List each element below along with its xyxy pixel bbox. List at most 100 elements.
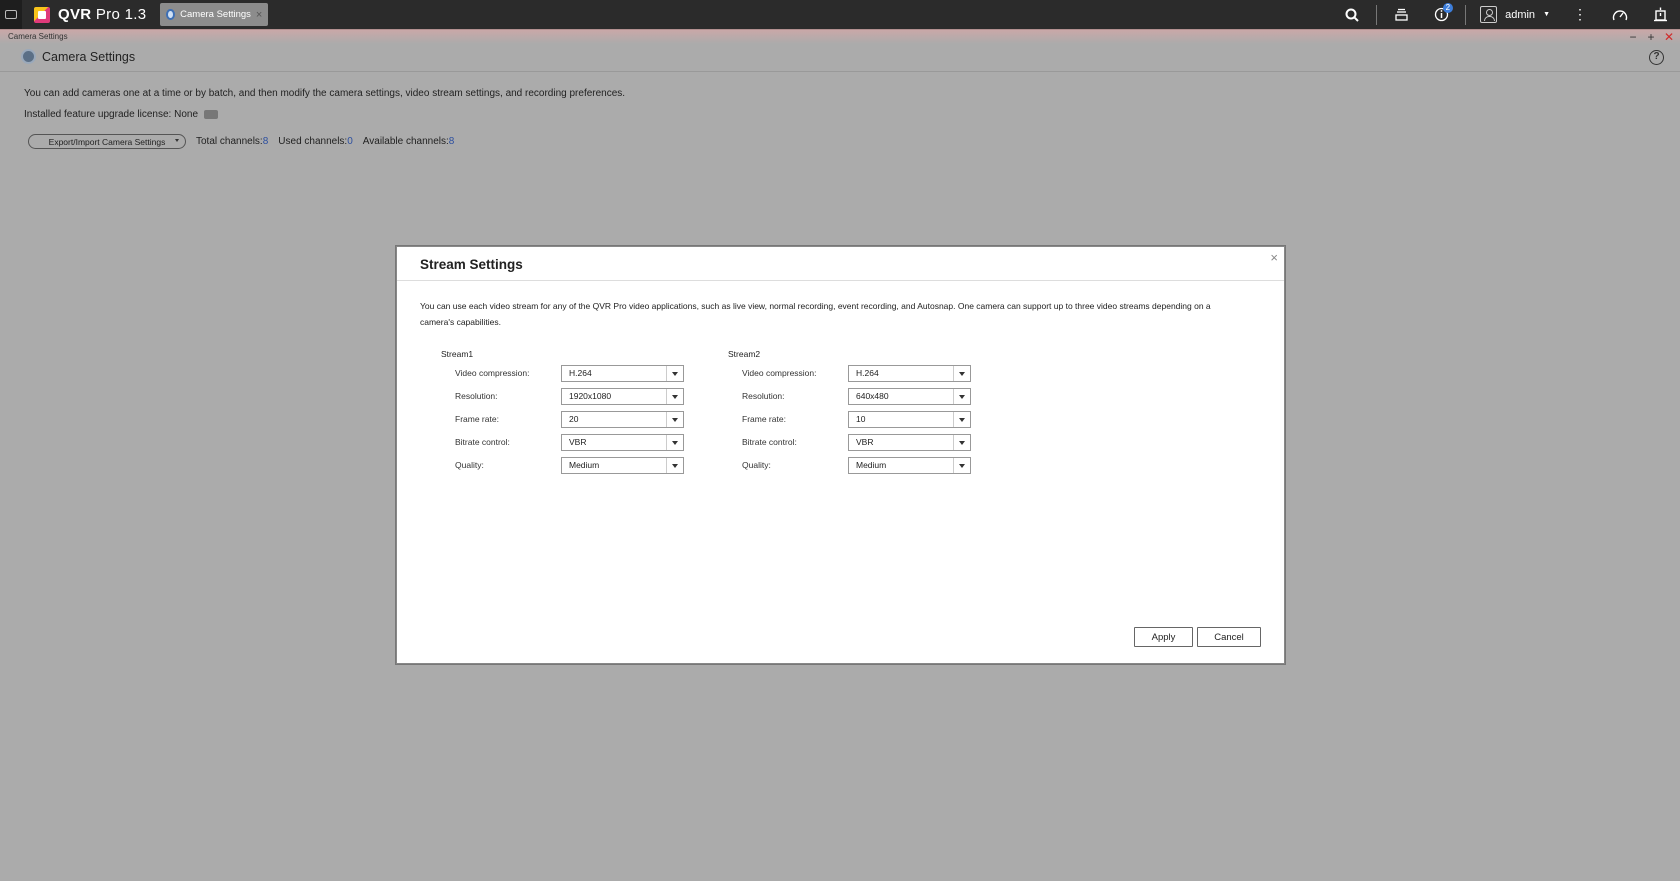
info-icon[interactable]: 2 [1421, 0, 1461, 29]
stream1-title: Stream1 [441, 349, 474, 359]
video-compression-label: Video compression: [455, 368, 530, 378]
chevron-down-icon [666, 412, 683, 427]
bitrate-control-label: Bitrate control: [742, 437, 797, 447]
quality-label: Quality: [742, 460, 771, 470]
total-channels-value: 8 [262, 136, 269, 147]
stream1-compression-value: H.264 [569, 368, 592, 378]
intro-text: You can add cameras one at a time or by … [24, 88, 626, 99]
chevron-down-icon [953, 458, 970, 473]
chevron-down-icon [953, 366, 970, 381]
video-compression-label: Video compression: [742, 368, 817, 378]
stream2-quality-value: Medium [856, 460, 887, 470]
tab-label: Camera Settings [180, 9, 251, 20]
stream2-title: Stream2 [728, 349, 761, 359]
stream1-panel: Stream1 Video compression: H.264 Resolut… [441, 349, 701, 489]
license-row: Installed feature upgrade license: None [24, 109, 219, 120]
license-tag-icon[interactable] [204, 110, 219, 119]
stream2-frame-rate-select[interactable]: 10 [848, 411, 971, 428]
toolbar-divider [1465, 4, 1467, 25]
stream2-quality-select[interactable]: Medium [848, 457, 971, 474]
stream2-bitrate-value: VBR [856, 437, 874, 447]
export-import-label: Export/Import Camera Settings [48, 136, 166, 147]
stream2-bitrate-control-select[interactable]: VBR [848, 434, 971, 451]
apply-button[interactable]: Apply [1134, 627, 1193, 647]
available-channels-label: Available channels: [362, 136, 449, 147]
app-version: Pro 1.3 [95, 6, 147, 23]
stream1-bitrate-control-select[interactable]: VBR [561, 434, 684, 451]
frame-rate-label: Frame rate: [742, 414, 786, 424]
dialog-close-icon[interactable]: × [1270, 250, 1278, 265]
chevron-down-icon [175, 139, 179, 142]
chevron-down-icon: ▼ [1543, 11, 1550, 18]
help-icon[interactable]: ? [1649, 50, 1664, 65]
stream2-resolution-select[interactable]: 640x480 [848, 388, 971, 405]
app-title: QVR Pro 1.3 [58, 6, 146, 23]
stream1-quality-value: Medium [569, 460, 600, 470]
user-menu[interactable]: admin ▼ [1470, 6, 1560, 23]
maximize-icon[interactable]: + [1646, 30, 1656, 44]
stream-settings-dialog: Stream Settings × You can use each video… [396, 246, 1285, 664]
stream2-framerate-value: 10 [856, 414, 866, 424]
user-icon [1480, 6, 1498, 23]
dialog-header: Stream Settings × [397, 247, 1284, 281]
stream2-panel: Stream2 Video compression: H.264 Resolut… [728, 349, 988, 489]
stream1-bitrate-value: VBR [569, 437, 587, 447]
camera-settings-icon [21, 49, 36, 64]
notification-badge: 2 [1442, 3, 1454, 13]
used-channels: Used channels:0 [278, 136, 353, 147]
stream2-compression-value: H.264 [856, 368, 879, 378]
chevron-down-icon [666, 389, 683, 404]
total-channels: Total channels:8 [196, 136, 268, 147]
close-icon[interactable]: ✕ [1664, 30, 1674, 44]
qvr-logo-icon [34, 6, 50, 23]
stream2-resolution-value: 640x480 [856, 391, 889, 401]
chevron-down-icon [666, 366, 683, 381]
user-name: admin [1505, 8, 1536, 21]
channels-row: Export/Import Camera Settings Total chan… [28, 134, 454, 149]
page-title: Camera Settings [42, 50, 136, 64]
export-import-button[interactable]: Export/Import Camera Settings [28, 134, 186, 149]
total-channels-label: Total channels: [196, 136, 263, 147]
tasks-icon[interactable] [1381, 0, 1421, 29]
dialog-description: You can use each video stream for any of… [420, 301, 1211, 327]
stream1-resolution-select[interactable]: 1920x1080 [561, 388, 684, 405]
license-label: Installed feature upgrade license: None [24, 109, 199, 120]
chevron-down-icon [953, 412, 970, 427]
stream1-quality-select[interactable]: Medium [561, 457, 684, 474]
tab-close-icon[interactable]: × [256, 9, 262, 21]
toolbar-divider [1376, 4, 1378, 25]
camera-settings-tab-icon [166, 9, 176, 20]
chevron-down-icon [953, 389, 970, 404]
stream2-video-compression-select[interactable]: H.264 [848, 365, 971, 382]
search-icon[interactable] [1332, 0, 1372, 29]
resolution-label: Resolution: [742, 391, 785, 401]
menu-icon[interactable] [0, 0, 22, 29]
available-channels: Available channels:8 [363, 136, 455, 147]
app-name: QVR [58, 6, 92, 23]
top-right-toolbar: 2 admin ▼ ⋮ [1332, 0, 1680, 29]
stream1-frame-rate-select[interactable]: 20 [561, 411, 684, 428]
alarm-icon[interactable] [1640, 0, 1680, 29]
top-bar: QVR Pro 1.3 Camera Settings × 2 admin ▼ … [0, 0, 1680, 29]
more-icon[interactable]: ⋮ [1560, 0, 1600, 29]
chevron-down-icon [953, 435, 970, 450]
window-controls: − + ✕ [1628, 30, 1674, 44]
cancel-button[interactable]: Cancel [1197, 627, 1261, 647]
minimize-icon[interactable]: − [1628, 30, 1638, 44]
window-header: Camera Settings ? [0, 44, 1680, 72]
used-channels-label: Used channels: [278, 136, 348, 147]
stream1-framerate-value: 20 [569, 414, 579, 424]
bitrate-control-label: Bitrate control: [455, 437, 510, 447]
available-channels-value: 8 [448, 136, 455, 147]
chevron-down-icon [666, 458, 683, 473]
used-channels-value: 0 [347, 136, 353, 147]
resolution-label: Resolution: [455, 391, 498, 401]
quality-label: Quality: [455, 460, 484, 470]
window-titlebar: Camera Settings − + ✕ [0, 29, 1680, 44]
frame-rate-label: Frame rate: [455, 414, 499, 424]
dashboard-icon[interactable] [1600, 0, 1640, 29]
stream1-resolution-value: 1920x1080 [569, 391, 612, 401]
stream1-video-compression-select[interactable]: H.264 [561, 365, 684, 382]
tab-camera-settings[interactable]: Camera Settings × [160, 3, 269, 26]
window-titlebar-label: Camera Settings [8, 32, 68, 41]
